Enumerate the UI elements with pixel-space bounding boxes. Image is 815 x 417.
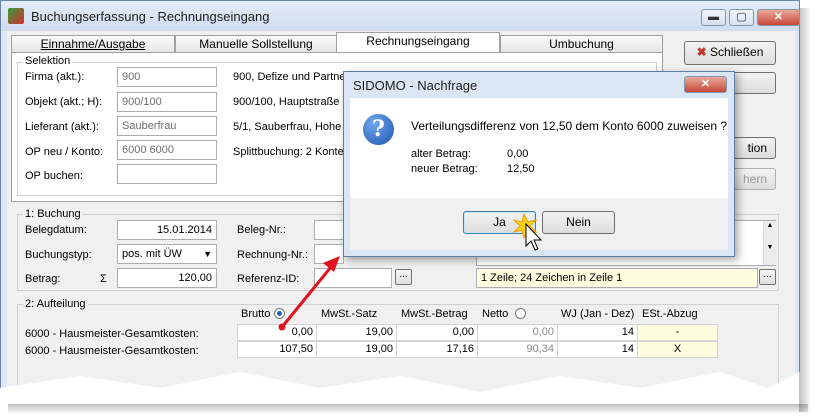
row1-wj[interactable]: 14 [558, 324, 638, 341]
schliessen-label: Schließen [710, 45, 764, 59]
scroll-up-icon: ▲ [766, 222, 774, 229]
window-shadow-right [799, 8, 811, 412]
row1-betrag[interactable]: 0,00 [397, 324, 478, 341]
row1-netto[interactable]: 0,00 [478, 324, 558, 341]
notes-scrollbar[interactable]: ▲ ▼ [763, 221, 776, 265]
referenz-label: Referenz-ID: [237, 273, 300, 285]
neuer-betrag-value: 12,50 [507, 163, 535, 175]
row2-brutto[interactable]: 107,50 [237, 341, 317, 358]
objekt-label: Objekt (akt.; H): [25, 96, 103, 108]
brutto-radio[interactable] [274, 308, 285, 319]
sigma-icon: Σ [100, 273, 107, 285]
betrag-field[interactable]: 120,00 [117, 268, 217, 288]
info-field: 1 Zeile; 24 Zeichen in Zeile 1 [476, 268, 758, 288]
neuer-betrag-label: neuer Betrag: [411, 163, 478, 175]
chevron-down-icon: ▼ [203, 249, 212, 259]
tab-label: Manuelle Sollstellung [199, 37, 313, 51]
minimize-button[interactable]: ▬ [701, 9, 726, 26]
aufteilung-legend: 2: Aufteilung [23, 298, 88, 310]
row2-est[interactable]: X [638, 341, 718, 358]
dialog-close-button[interactable]: ✕ [684, 76, 727, 93]
buchung-legend: 1: Buchung [23, 208, 83, 220]
firma-desc: 900, Defize und Partne [233, 71, 346, 83]
op-buchen-field[interactable] [117, 164, 217, 184]
tab-manuelle-sollstellung[interactable]: Manuelle Sollstellung [175, 35, 337, 52]
dialog-title: SIDOMO - Nachfrage [353, 78, 478, 93]
op-konto-field[interactable]: 6000 6000 [117, 140, 217, 160]
header-mwst-satz: MwSt.-Satz [321, 308, 378, 320]
row2-netto[interactable]: 90,34 [478, 341, 558, 358]
maximize-button[interactable]: ▢ [729, 9, 754, 26]
row1-satz[interactable]: 19,00 [317, 324, 397, 341]
belegnr-field[interactable] [314, 220, 344, 240]
objekt-field[interactable]: 900/100 [117, 92, 217, 112]
selektion-legend: Selektion [23, 55, 73, 67]
dialog-message: Verteilungsdifferenz von 12,50 dem Konto… [411, 119, 727, 133]
rechnungnr-field[interactable] [314, 244, 344, 264]
alter-betrag-label: alter Betrag: [411, 148, 471, 160]
row2-konto: 6000 - Hausmeister-Gesamtkosten: [25, 345, 199, 357]
close-window-button[interactable]: ✕ [757, 9, 800, 26]
window-title: Buchungserfassung - Rechnungseingang [31, 9, 270, 24]
header-mwst-betrag: MwSt.-Betrag [401, 308, 468, 320]
op-buchen-label: OP buchen: [25, 170, 83, 182]
firma-field[interactable]: 900 [117, 67, 217, 87]
firma-label: Firma (akt.): [25, 71, 85, 83]
alter-betrag-value: 0,00 [507, 148, 529, 160]
side-button-3-label: tion [747, 141, 767, 155]
app-icon [8, 8, 24, 24]
row2-satz[interactable]: 19,00 [317, 341, 397, 358]
tab-label: Einnahme/Ausgabe [40, 37, 146, 51]
op-konto-desc: Splittbuchung: 2 Konte [233, 146, 344, 158]
ja-button[interactable]: Ja [463, 211, 536, 234]
question-icon: ? [363, 114, 394, 145]
row1-est[interactable]: - [638, 324, 718, 341]
belegdatum-label: Belegdatum: [25, 224, 87, 236]
rechnungnr-label: Rechnung-Nr.: [237, 249, 308, 261]
header-netto: Netto [482, 308, 509, 320]
belegnr-label: Beleg-Nr.: [237, 224, 286, 236]
info-browse-button[interactable]: ... [759, 269, 776, 285]
row2-wj[interactable]: 14 [558, 341, 638, 358]
buchungstyp-value: pos. mit ÜW [122, 248, 182, 260]
betrag-label: Betrag: [25, 273, 61, 285]
side-button-4-label: hern [742, 172, 767, 186]
buchungstyp-label: Buchungstyp: [25, 249, 92, 261]
referenz-field[interactable] [314, 268, 392, 288]
header-wj: WJ (Jan - Dez) [561, 308, 635, 320]
window-shadow-bottom [8, 404, 808, 414]
lieferant-label: Lieferant (akt.): [25, 121, 99, 133]
tab-umbuchung[interactable]: Umbuchung [500, 35, 663, 52]
schliessen-button[interactable]: ✖ Schließen [684, 41, 776, 65]
row1-konto: 6000 - Hausmeister-Gesamtkosten: [25, 328, 199, 340]
tab-einnahme-ausgabe[interactable]: Einnahme/Ausgabe [11, 35, 175, 52]
netto-radio[interactable] [515, 308, 526, 319]
objekt-desc: 900/100, Hauptstraße [233, 96, 340, 108]
tab-label: Umbuchung [549, 37, 614, 51]
tab-label: Rechnungseingang [366, 34, 470, 48]
op-konto-label: OP neu / Konto: [25, 146, 104, 158]
lieferant-desc: 5/1, Sauberfrau, Hohe [233, 121, 342, 133]
row2-betrag[interactable]: 17,16 [397, 341, 478, 358]
referenz-browse-button[interactable]: ... [395, 269, 412, 285]
header-brutto: Brutto [241, 308, 271, 320]
header-est-abzug: ESt.-Abzug [642, 308, 698, 320]
tab-rechnungseingang[interactable]: Rechnungseingang [336, 32, 500, 53]
lieferant-field[interactable]: Sauberfrau [117, 116, 217, 136]
nein-button[interactable]: Nein [542, 211, 615, 234]
scroll-down-icon: ▼ [766, 244, 774, 251]
belegdatum-field[interactable]: 15.01.2014 [117, 220, 217, 240]
buchungstyp-select[interactable]: pos. mit ÜW ▼ [117, 244, 217, 264]
row1-brutto[interactable]: 0,00 [237, 324, 317, 341]
dialog-footer [350, 198, 728, 250]
close-x-icon: ✖ [696, 45, 707, 59]
